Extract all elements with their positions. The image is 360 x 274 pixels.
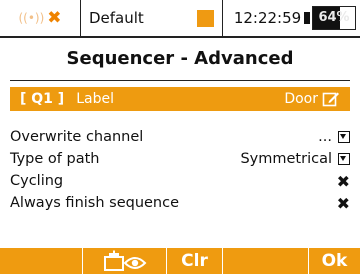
battery-indicator: 64% [312,0,360,36]
setting-label: Type of path [10,151,100,167]
toolbar-empty-slot [0,248,82,274]
label-row[interactable]: [ Q1 ] Label Door [10,87,350,111]
setting-label: Cycling [10,173,64,189]
cycling-row[interactable]: Cycling ✖ [10,170,350,192]
label-field-name: Label [76,91,114,107]
label-field-value: Door [284,91,318,107]
clock: 12:22:59 [222,0,312,36]
servo-monitor-icon [103,250,146,271]
sequence-index: [ Q1 ] [20,91,65,107]
servo-monitor-button[interactable] [82,248,166,274]
setting-value: Symmetrical [240,151,332,167]
toolbar-empty-slot [222,248,308,274]
page-title: Sequencer - Advanced [66,48,294,69]
type-of-path-row[interactable]: Type of path Symmetrical [10,148,350,170]
dropdown-arrow-icon[interactable] [338,131,350,143]
status-bar: ((•)) ✖ Default 12:22:59 64% [0,0,360,38]
bottom-toolbar: Clr Ok [0,248,360,274]
setting-label: Overwrite channel [10,129,144,145]
setting-label: Always finish sequence [10,195,180,211]
setting-value: ... [318,129,332,145]
overwrite-channel-row[interactable]: Overwrite channel ... [10,126,350,148]
always-finish-toggle[interactable]: ✖ [337,194,350,213]
always-finish-sequence-row[interactable]: Always finish sequence ✖ [10,192,350,214]
ok-button[interactable]: Ok [308,248,360,274]
battery-icon: 64% [312,6,356,30]
disconnected-icon: ✖ [47,8,62,28]
dropdown-arrow-icon[interactable] [338,153,350,165]
edit-icon[interactable] [322,90,340,108]
battery-percent: 64% [318,10,350,25]
status-indicator [197,10,214,27]
signal-status: ((•)) ✖ [0,0,81,36]
cycling-toggle[interactable]: ✖ [337,172,350,191]
signal-waves-icon: ((•)) [18,11,45,25]
battery-terminal [304,12,310,24]
title-divider [10,80,350,81]
clear-button[interactable]: Clr [166,248,222,274]
